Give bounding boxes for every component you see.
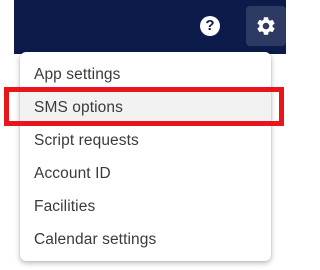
menu-item-label: Script requests <box>34 131 139 149</box>
menu-item-sms-options[interactable]: SMS options <box>20 91 271 124</box>
settings-button[interactable] <box>246 6 286 46</box>
menu-item-calendar-settings[interactable]: Calendar settings <box>20 223 271 256</box>
settings-dropdown-menu: App settings SMS options Script requests… <box>20 52 271 261</box>
menu-item-label: Facilities <box>34 197 96 215</box>
help-icon-glyph: ? <box>205 17 215 34</box>
menu-item-label: Calendar settings <box>34 230 157 248</box>
menu-item-facilities[interactable]: Facilities <box>20 190 271 223</box>
help-icon[interactable]: ? <box>200 16 220 36</box>
screenshot-stage: ? App settings SMS options Script reques… <box>0 0 286 270</box>
top-header-bar: ? <box>14 0 286 54</box>
menu-item-label: SMS options <box>34 98 123 116</box>
menu-item-app-settings[interactable]: App settings <box>20 58 271 91</box>
menu-item-script-requests[interactable]: Script requests <box>20 124 271 157</box>
gear-icon <box>257 17 275 35</box>
menu-item-label: Account ID <box>34 164 111 182</box>
menu-item-account-id[interactable]: Account ID <box>20 157 271 190</box>
menu-item-label: App settings <box>34 65 121 83</box>
